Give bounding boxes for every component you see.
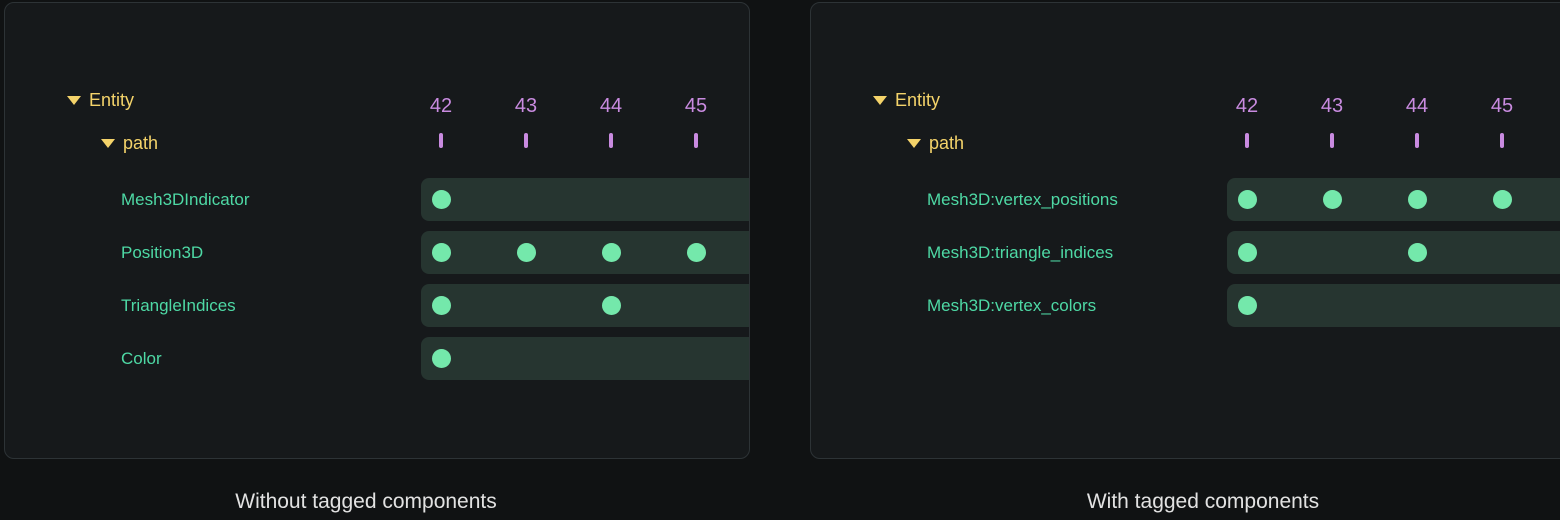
event-density-bar[interactable] [421,284,749,327]
timeline-tick-mark [694,133,698,148]
timeline-tick-mark [1330,133,1334,148]
timeline-tick-label[interactable]: 42 [430,94,452,118]
tree-item-entity[interactable]: Entity [89,90,134,111]
component-label[interactable]: Mesh3D:vertex_colors [927,284,1096,327]
component-label[interactable]: Mesh3D:vertex_positions [927,178,1118,221]
event-dot[interactable] [602,243,621,262]
timeline-tick-mark [1415,133,1419,148]
event-dot[interactable] [687,243,706,262]
tree-item-entity[interactable]: Entity [895,90,940,111]
timeline-tick-label[interactable]: 45 [1491,94,1513,118]
component-label[interactable]: Position3D [121,231,203,274]
timeline-tick-label[interactable]: 44 [1406,94,1428,118]
event-dot[interactable] [432,190,451,209]
timeline-tick-label[interactable]: 44 [600,94,622,118]
event-dot[interactable] [1323,190,1342,209]
event-density-bar[interactable] [1227,231,1560,274]
event-density-bar[interactable] [421,337,749,380]
tree-item-path[interactable]: path [929,133,964,154]
event-density-bar[interactable] [1227,284,1560,327]
event-dot[interactable] [1238,296,1257,315]
collapse-triangle-icon[interactable] [907,139,921,148]
timeline-panel-without-tags: Entity path 42 43 44 45 Mesh3DIndicator Posi… [4,2,750,459]
component-label[interactable]: TriangleIndices [121,284,236,327]
timeline-tick-mark [1500,133,1504,148]
tree-item-path[interactable]: path [123,133,158,154]
event-dot[interactable] [1238,243,1257,262]
figure-caption: Without tagged components [235,489,497,514]
event-dot[interactable] [432,243,451,262]
timeline-tick-mark [524,133,528,148]
event-dot[interactable] [1238,190,1257,209]
collapse-triangle-icon[interactable] [67,96,81,105]
event-density-bar[interactable] [1227,178,1560,221]
timeline-tick-label[interactable]: 45 [685,94,707,118]
event-density-bar[interactable] [421,178,749,221]
timeline-tick-mark [1245,133,1249,148]
timeline-tick-label[interactable]: 43 [1321,94,1343,118]
event-dot[interactable] [1408,243,1427,262]
timeline-tick-mark [439,133,443,148]
component-label[interactable]: Mesh3D:triangle_indices [927,231,1113,274]
timeline-tick-mark [609,133,613,148]
component-label[interactable]: Mesh3DIndicator [121,178,250,221]
event-dot[interactable] [432,349,451,368]
component-label[interactable]: Color [121,337,162,380]
event-dot[interactable] [432,296,451,315]
event-dot[interactable] [517,243,536,262]
figure-caption: With tagged components [1087,489,1319,514]
collapse-triangle-icon[interactable] [873,96,887,105]
event-dot[interactable] [602,296,621,315]
event-dot[interactable] [1493,190,1512,209]
event-density-bar[interactable] [421,231,749,274]
timeline-tick-label[interactable]: 43 [515,94,537,118]
collapse-triangle-icon[interactable] [101,139,115,148]
event-dot[interactable] [1408,190,1427,209]
timeline-panel-with-tags: Entity path 42 43 44 45 Mesh3D:vertex_posit… [810,2,1560,459]
timeline-tick-label[interactable]: 42 [1236,94,1258,118]
